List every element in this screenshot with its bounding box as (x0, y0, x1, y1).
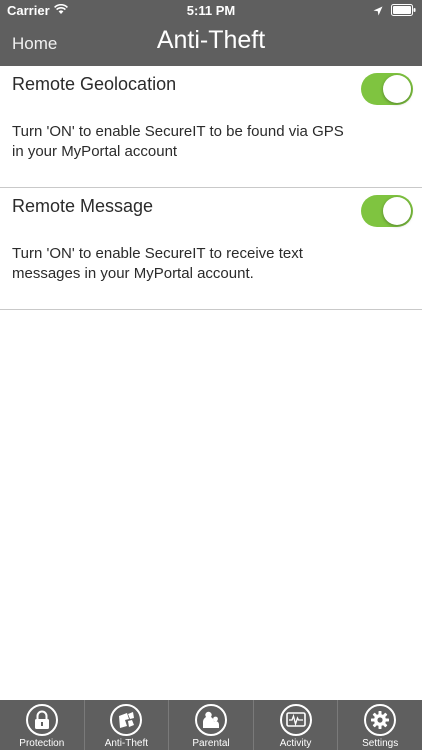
battery-icon (391, 4, 416, 19)
tab-protection[interactable]: Protection (0, 700, 84, 750)
tab-settings-label: Settings (362, 738, 399, 749)
activity-monitor-icon (279, 704, 312, 736)
remote-geolocation-row: Remote Geolocation Turn 'ON' to enable S… (0, 66, 422, 188)
tab-activity-label: Activity (279, 738, 312, 749)
remote-message-row: Remote Message Turn 'ON' to enable Secur… (0, 188, 422, 310)
remote-geolocation-title: Remote Geolocation (12, 74, 177, 94)
broken-phone-icon (110, 704, 143, 736)
status-time: 5:11 PM (186, 3, 236, 18)
gear-icon (364, 704, 397, 736)
tab-parental-label: Parental (192, 738, 230, 749)
location-arrow-icon (373, 4, 383, 19)
navigation-bar: Home Anti-Theft (0, 22, 422, 66)
remote-geolocation-description: Turn 'ON' to enable SecureIT to be found… (12, 123, 344, 160)
remote-message-title: Remote Message (12, 196, 154, 216)
tab-protection-label: Protection (19, 738, 65, 749)
remote-message-description: Turn 'ON' to enable SecureIT to receive … (12, 245, 303, 282)
tab-anti-theft[interactable]: Anti-Theft (83, 700, 169, 750)
tab-anti-theft-label: Anti-Theft (104, 738, 149, 749)
remote-message-toggle[interactable] (361, 195, 413, 227)
toggle-knob (383, 197, 411, 225)
status-right (373, 4, 416, 19)
tab-bar: Protection Anti-Theft Parental Activity … (0, 700, 422, 750)
remote-geolocation-toggle[interactable] (361, 73, 413, 105)
tab-settings[interactable]: Settings (337, 700, 422, 750)
toggle-knob (383, 75, 411, 103)
tab-activity[interactable]: Activity (252, 700, 338, 750)
status-bar: Carrier 5:11 PM (0, 0, 422, 22)
tab-parental[interactable]: Parental (168, 700, 253, 750)
page-title: Anti-Theft (156, 26, 266, 54)
lock-icon (25, 704, 58, 736)
parent-child-icon (194, 704, 227, 736)
